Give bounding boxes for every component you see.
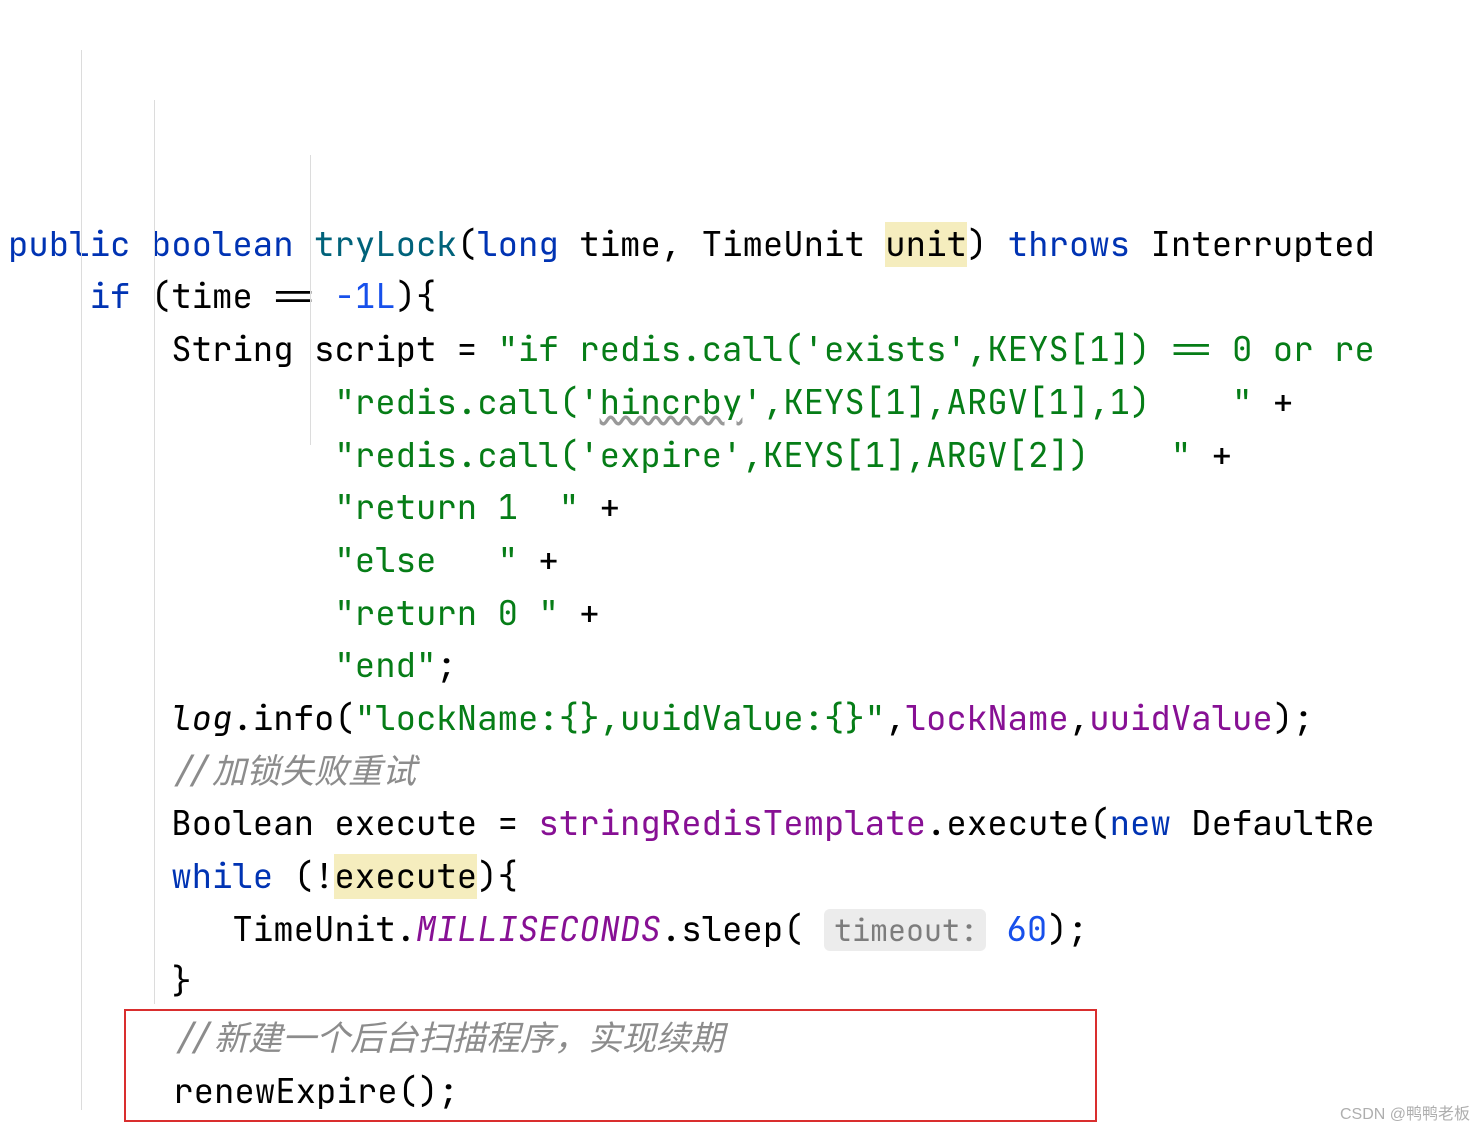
method-call: renewExpire(); bbox=[173, 1069, 459, 1114]
code-line: if (time == -1L){ bbox=[90, 274, 437, 319]
keyword-new: new bbox=[1110, 801, 1171, 846]
keyword-throws: throws bbox=[1008, 222, 1130, 267]
keyword-true: true bbox=[314, 1125, 396, 1132]
code-line: return true; bbox=[171, 1125, 416, 1132]
close-brace: } bbox=[171, 959, 191, 1004]
code-line: log.info("lockName:{},uuidValue:{}",lock… bbox=[171, 696, 1313, 741]
string-literal: ',KEYS[1],ARGV[1],1) " bbox=[742, 380, 1252, 425]
string-literal: "lockName:{},uuidValue:{}" bbox=[355, 696, 885, 741]
code-line: "return 0 " + bbox=[334, 591, 599, 636]
keyword-public: public bbox=[8, 222, 130, 267]
code-line: "end"; bbox=[334, 643, 456, 688]
code-viewer: public boolean tryLock(long time, TimeUn… bbox=[0, 0, 1476, 1132]
watermark: CSDN @鸭鸭老板 bbox=[1340, 1103, 1470, 1128]
field: lockName bbox=[906, 696, 1069, 741]
string-literal: "else " bbox=[334, 538, 518, 583]
comment: //加锁失败重试 bbox=[171, 749, 416, 794]
string-literal: "end" bbox=[334, 643, 436, 688]
param-hint: timeout: bbox=[824, 909, 986, 951]
keyword-if: if bbox=[90, 274, 131, 319]
literal: -1L bbox=[334, 274, 395, 319]
const-milliseconds: MILLISECONDS bbox=[416, 907, 661, 952]
code-line: "return 1 " + bbox=[334, 485, 620, 530]
string-literal: "redis.call('expire',KEYS[1],ARGV[2]) " bbox=[334, 433, 1191, 478]
var-execute: execute bbox=[334, 854, 477, 899]
field: stringRedisTemplate bbox=[538, 801, 926, 846]
param-unit: unit bbox=[885, 222, 967, 267]
keyword-long: long bbox=[477, 222, 559, 267]
literal: 60 bbox=[1006, 907, 1047, 952]
code-line: Boolean execute = stringRedisTemplate.ex… bbox=[171, 801, 1375, 846]
comment: //新建一个后台扫描程序，实现续期 bbox=[173, 1016, 724, 1061]
code-line: "redis.call('expire',KEYS[1],ARGV[2]) " … bbox=[334, 433, 1232, 478]
keyword-boolean: boolean bbox=[151, 222, 294, 267]
string-literal: "redis.call(' bbox=[334, 380, 599, 425]
field: uuidValue bbox=[1089, 696, 1273, 741]
code-line: renewExpire(); bbox=[132, 1069, 458, 1114]
indent-guide bbox=[154, 100, 155, 1004]
code-line: String script = "if redis.call('exists',… bbox=[171, 327, 1375, 372]
string-literal-typo: hincrby bbox=[600, 380, 743, 425]
string-literal: "return 0 " bbox=[334, 591, 558, 636]
keyword-while: while bbox=[171, 854, 273, 899]
keyword-return: return bbox=[171, 1125, 293, 1132]
string-literal: "return 1 " bbox=[334, 485, 579, 530]
code-line: public boolean tryLock(long time, TimeUn… bbox=[8, 222, 1375, 267]
code-line: TimeUnit.MILLISECONDS.sleep( timeout: 60… bbox=[232, 907, 1088, 952]
highlighted-region: //新建一个后台扫描程序，实现续期 renewExpire(); bbox=[124, 1009, 1097, 1122]
string-literal: "if redis.call('exists',KEYS[1]) == 0 or… bbox=[498, 327, 1375, 372]
indent-guide bbox=[310, 155, 311, 445]
code-line: //新建一个后台扫描程序，实现续期 bbox=[132, 1016, 1091, 1061]
field-log: log bbox=[171, 696, 232, 741]
indent-guide bbox=[81, 50, 82, 1110]
method-name: tryLock bbox=[314, 222, 457, 267]
code-line: "else " + bbox=[334, 538, 558, 583]
code-line: while (!execute){ bbox=[171, 854, 518, 899]
code-line: "redis.call('hincrby',KEYS[1],ARGV[1],1)… bbox=[334, 380, 1293, 425]
